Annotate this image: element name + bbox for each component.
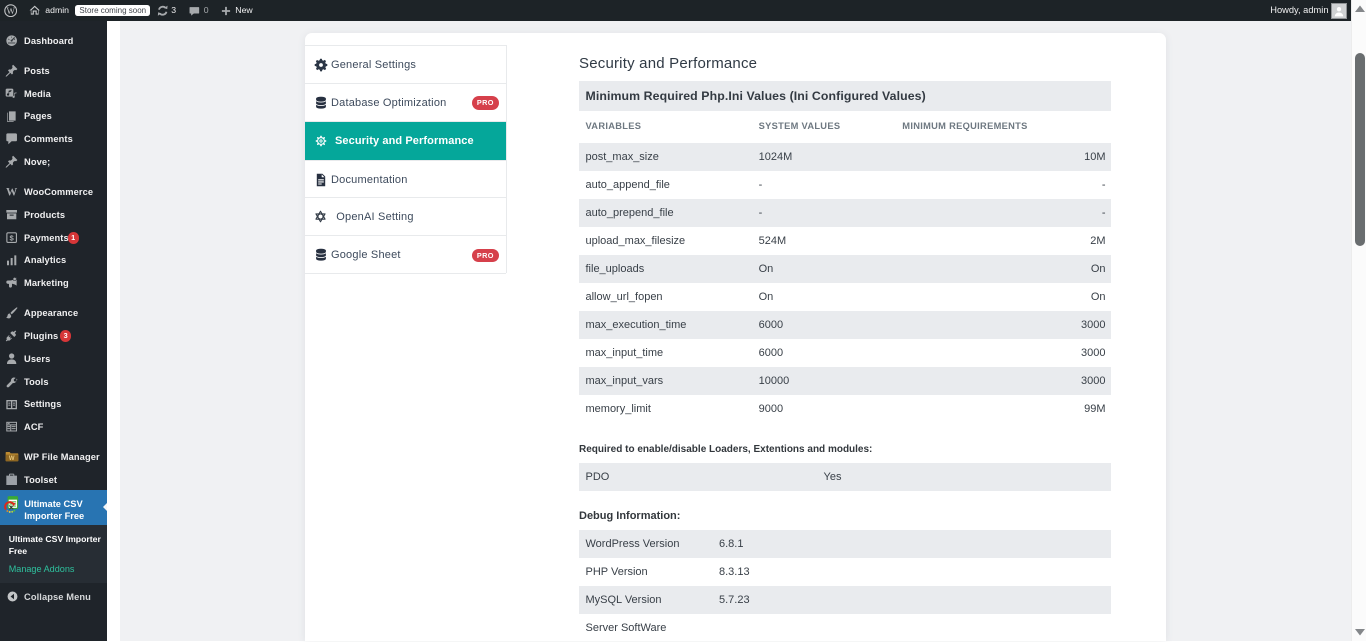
svg-text:W: W	[6, 187, 18, 199]
svg-text:$: $	[10, 234, 15, 243]
svg-text:W: W	[9, 456, 15, 462]
svg-text:W: W	[6, 6, 15, 16]
